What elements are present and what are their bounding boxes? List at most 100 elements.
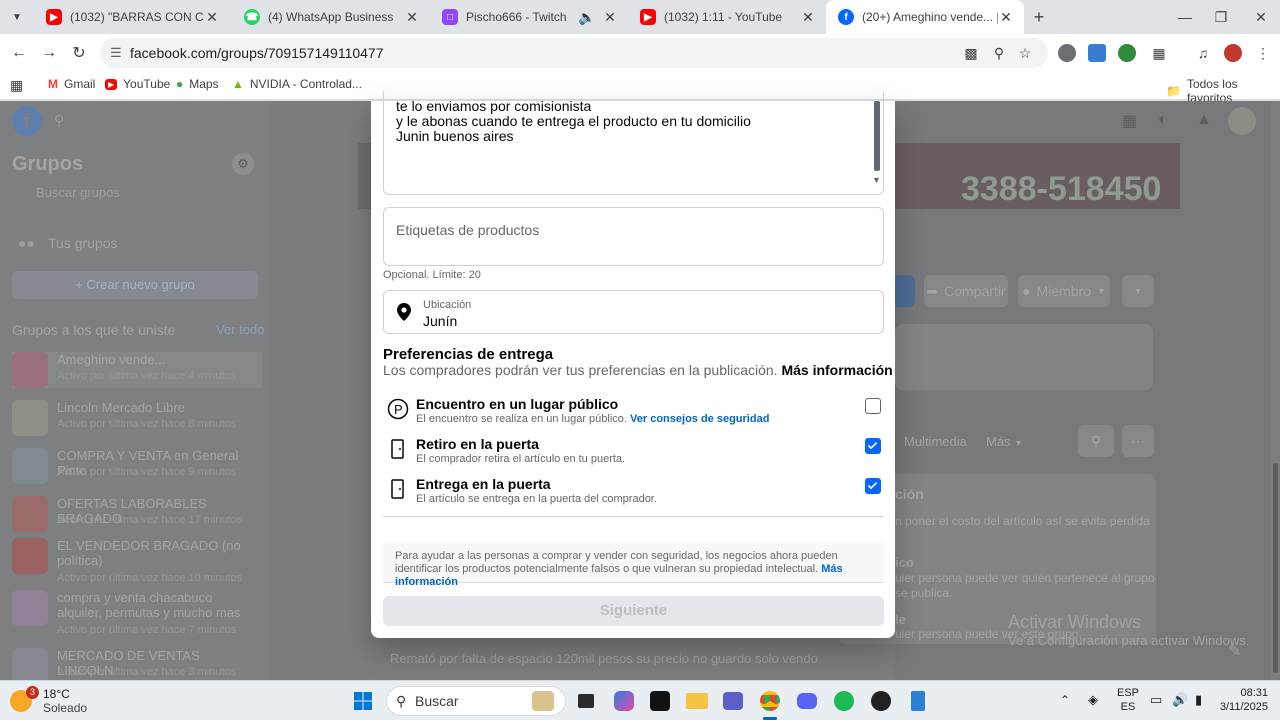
extension-icon[interactable] bbox=[1058, 44, 1076, 62]
forward-button[interactable]: → bbox=[38, 42, 60, 64]
capcut-icon[interactable] bbox=[648, 689, 672, 713]
tab-whatsapp[interactable]: ☎ (4) WhatsApp Business ✕ bbox=[232, 0, 430, 34]
group-item[interactable]: Ameghino vende... Activo por última vez … bbox=[12, 352, 262, 388]
facebook-logo-icon[interactable]: f bbox=[12, 106, 42, 136]
feed-post-text: Remató por falta de espacio 120mil pesos… bbox=[390, 651, 818, 666]
site-info-icon[interactable]: ☰ bbox=[110, 45, 122, 61]
tab-twitch[interactable]: □ Pischo666 - Twitch 🔈 ✕ bbox=[430, 0, 628, 34]
edit-icon[interactable]: ✎ bbox=[1228, 641, 1241, 661]
see-all-link[interactable]: Ver todo bbox=[216, 322, 264, 337]
scrollbar-thumb[interactable] bbox=[874, 101, 880, 171]
taskbar-search[interactable]: ⚲ Buscar bbox=[386, 686, 566, 716]
group-more-button[interactable]: ⋯ bbox=[1122, 425, 1154, 457]
tab-multimedia[interactable]: Multimedia bbox=[904, 434, 967, 449]
option-public-meetup[interactable]: P Encuentro en un lugar público El encue… bbox=[387, 396, 885, 432]
extensions-puzzle-icon[interactable]: ▦ bbox=[1148, 42, 1170, 64]
volume-icon[interactable]: 🔊 bbox=[1172, 692, 1188, 708]
bookmark-maps[interactable]: ● Maps bbox=[176, 77, 219, 91]
address-bar[interactable]: ☰ facebook.com/groups/709157149110477 bbox=[100, 38, 1048, 68]
twitch-icon: □ bbox=[442, 9, 458, 25]
notifications-icon[interactable]: ▲ bbox=[1196, 111, 1214, 133]
search-groups-input[interactable]: Buscar grupos bbox=[12, 185, 256, 207]
gmail-icon: M bbox=[48, 77, 58, 91]
your-groups-link[interactable]: Tus grupos bbox=[12, 235, 118, 251]
more-info-link[interactable]: Más información bbox=[781, 362, 892, 378]
tab-more[interactable]: Más ▼ bbox=[986, 434, 1023, 449]
calculator-icon[interactable] bbox=[906, 689, 930, 713]
search-group-button[interactable]: ⚲ bbox=[1078, 425, 1114, 457]
public-meetup-checkbox[interactable] bbox=[865, 398, 881, 414]
safety-tips-link[interactable]: Ver consejos de seguridad bbox=[630, 413, 769, 425]
apps-menu-icon[interactable]: ▦ bbox=[1122, 111, 1144, 133]
activate-windows-title: Activar Windows bbox=[1008, 612, 1142, 632]
start-button[interactable] bbox=[351, 689, 375, 713]
description-scrollbar[interactable]: ▼ bbox=[872, 101, 881, 186]
mute-tab-icon[interactable]: 🔈 bbox=[578, 9, 595, 26]
profile-avatar[interactable] bbox=[1224, 44, 1242, 62]
gear-icon[interactable]: ⚙ bbox=[232, 153, 254, 175]
apps-icon[interactable]: ▦ bbox=[10, 77, 23, 94]
checkmark-icon bbox=[867, 482, 878, 490]
location-label: Ubicación bbox=[423, 299, 472, 311]
bookmark-youtube[interactable]: ▶ YouTube bbox=[105, 77, 170, 91]
close-tab-icon[interactable]: ✕ bbox=[204, 9, 220, 26]
task-view-icon[interactable] bbox=[574, 689, 598, 713]
bookmark-gmail[interactable]: M Gmail bbox=[48, 77, 95, 91]
tab-youtube-barras[interactable]: ▶ (1032) "BARRAS CON COTORRA ✕ bbox=[34, 0, 230, 34]
create-group-button[interactable]: + Crear nuevo grupo bbox=[12, 271, 258, 299]
extension-icon[interactable] bbox=[1118, 44, 1136, 62]
network-icon[interactable]: ◈ bbox=[1088, 692, 1098, 708]
scroll-down-arrow-icon[interactable]: ▼ bbox=[872, 175, 881, 185]
member-button[interactable]: ● Miembro ▼ bbox=[1018, 275, 1110, 307]
tab-youtube-111[interactable]: ▶ (1032) 1:11 - YouTube ✕ bbox=[628, 0, 826, 34]
about-line: se publica. bbox=[895, 586, 953, 600]
back-button[interactable]: ← bbox=[8, 42, 30, 64]
file-explorer-icon[interactable] bbox=[685, 689, 709, 713]
close-window-button[interactable]: ✕ bbox=[1238, 0, 1280, 34]
monitor-icon[interactable]: ▭ bbox=[1150, 692, 1162, 708]
close-tab-icon[interactable]: ✕ bbox=[998, 9, 1014, 26]
clock[interactable]: 08:31 3/11/2025 bbox=[1208, 687, 1268, 713]
more-options-button[interactable]: ▼ bbox=[1122, 275, 1154, 307]
group-thumbnail bbox=[12, 648, 48, 680]
close-tab-icon[interactable]: ✕ bbox=[404, 9, 420, 26]
close-tab-icon[interactable]: ✕ bbox=[800, 9, 816, 26]
new-tab-button[interactable]: + bbox=[1028, 6, 1050, 28]
location-field[interactable]: Ubicación Junín bbox=[383, 290, 884, 334]
door-dropoff-checkbox[interactable] bbox=[865, 478, 881, 494]
extension-icon[interactable] bbox=[1088, 44, 1106, 62]
description-textarea[interactable]: te lo enviamos por comisionista y le abo… bbox=[383, 91, 884, 195]
zoom-icon[interactable]: ⚲ bbox=[988, 42, 1010, 64]
share-button[interactable]: ➦ Compartir bbox=[924, 275, 1008, 307]
next-button[interactable]: Siguiente bbox=[383, 596, 884, 626]
xbox-icon[interactable] bbox=[869, 689, 893, 713]
bookmark-star-icon[interactable]: ☆ bbox=[1014, 42, 1036, 64]
discord-icon[interactable] bbox=[795, 689, 819, 713]
option-door-pickup[interactable]: Retiro en la puerta El comprador retira … bbox=[387, 436, 885, 472]
menu-icon[interactable]: ⋮ bbox=[1252, 42, 1274, 64]
teams-icon[interactable] bbox=[721, 689, 745, 713]
tab-facebook-group[interactable]: f (20+) Ameghino vende... | Grupo ✕ bbox=[826, 0, 1024, 34]
copilot-icon[interactable] bbox=[612, 689, 636, 713]
tab-search-button[interactable]: ▼ bbox=[8, 9, 26, 27]
close-tab-icon[interactable]: ✕ bbox=[602, 9, 618, 26]
show-hidden-icons[interactable]: ⌃ bbox=[1060, 693, 1070, 707]
reload-button[interactable]: ↻ bbox=[68, 42, 90, 64]
messenger-icon[interactable]: ◐ bbox=[1158, 111, 1180, 133]
page-scrollbar[interactable] bbox=[1271, 101, 1280, 680]
product-tags-input[interactable]: Etiquetas de productos bbox=[383, 207, 884, 266]
bookmark-nvidia[interactable]: ▲ NVIDIA - Controlad... bbox=[232, 77, 362, 91]
search-icon[interactable]: ⚲ bbox=[54, 112, 64, 129]
install-app-icon[interactable]: ▩ bbox=[960, 42, 982, 64]
spotify-icon[interactable] bbox=[832, 689, 856, 713]
account-avatar[interactable] bbox=[1228, 107, 1256, 135]
option-door-dropoff[interactable]: Entrega en la puerta El artículo se entr… bbox=[387, 476, 885, 512]
scrollbar-thumb[interactable] bbox=[1273, 463, 1278, 673]
door-pickup-checkbox[interactable] bbox=[865, 438, 881, 454]
chrome-icon[interactable] bbox=[758, 689, 782, 713]
marketplace-listing-dialog: te lo enviamos por comisionista y le abo… bbox=[371, 91, 895, 638]
language-indicator[interactable]: ESP ES bbox=[1116, 687, 1140, 713]
media-controls-icon[interactable]: ♫ bbox=[1192, 42, 1214, 64]
join-button[interactable] bbox=[893, 275, 915, 307]
battery-icon[interactable]: ▮ bbox=[1195, 692, 1202, 708]
